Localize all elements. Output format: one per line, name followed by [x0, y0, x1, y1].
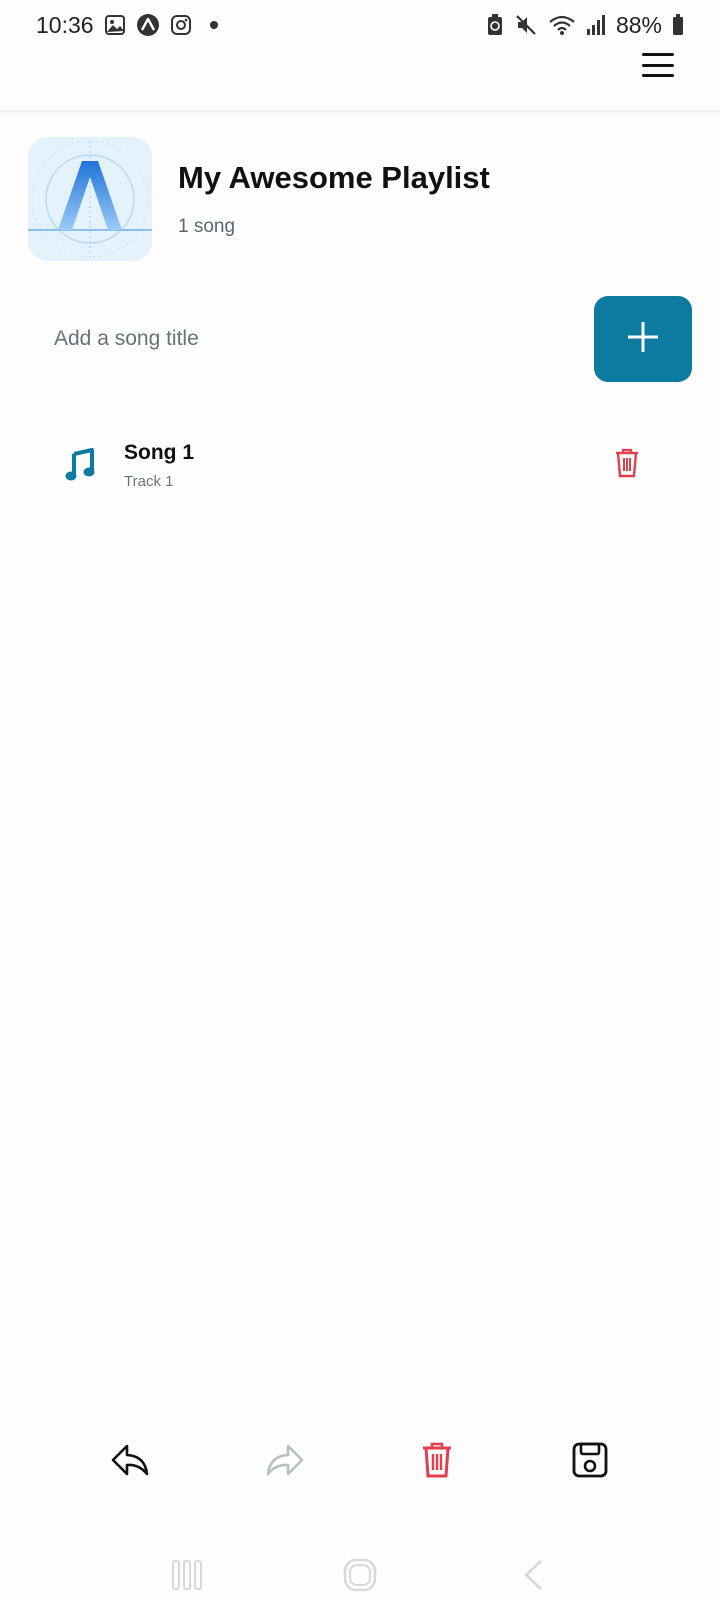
signal-icon [586, 14, 606, 36]
menu-line [642, 63, 674, 67]
system-nav-bar [0, 1550, 720, 1600]
notification-dot [209, 21, 218, 29]
status-time: 10:36 [36, 11, 94, 38]
song-list: Song 1 Track 1 [0, 430, 720, 500]
song-track: Track 1 [124, 472, 174, 490]
menu-line [642, 53, 674, 56]
bottom-toolbar [0, 1430, 720, 1490]
playlist-info: My Awesome Playlist 1 song [178, 160, 490, 238]
status-left: 10:36 [36, 12, 218, 39]
song-title: Song 1 [124, 440, 195, 464]
add-song-row [28, 296, 692, 382]
home-icon[interactable] [335, 1555, 385, 1595]
mute-icon [514, 13, 538, 37]
expo-icon [136, 13, 160, 37]
playlist-cover-image [28, 137, 152, 261]
menu-line [642, 74, 674, 77]
redo-icon[interactable] [262, 1438, 306, 1482]
back-icon[interactable] [508, 1555, 558, 1595]
recent-apps-icon[interactable] [162, 1555, 212, 1595]
song-title-input[interactable] [28, 309, 594, 369]
plus-icon [625, 319, 661, 360]
save-icon[interactable] [568, 1438, 612, 1482]
add-song-button[interactable] [594, 296, 692, 382]
playlist-song-count: 1 song [178, 216, 236, 237]
song-list-item[interactable]: Song 1 Track 1 [0, 430, 720, 500]
wifi-icon [548, 14, 576, 36]
gallery-icon [104, 14, 126, 36]
instagram-icon [170, 14, 192, 36]
battery-percent: 88% [615, 11, 662, 38]
trash-icon[interactable] [614, 448, 640, 483]
undo-icon[interactable] [109, 1438, 153, 1482]
app-screen: 10:36 88% My Awesome Playlist 1 song Add… [0, 0, 720, 1600]
battery-icon [672, 14, 684, 36]
song-text: Song 1 Track 1 [124, 441, 194, 490]
app-header [0, 50, 720, 112]
battery-saver-icon [486, 13, 504, 37]
delete-all-icon[interactable] [415, 1438, 459, 1482]
status-right: 88% [486, 12, 684, 39]
status-bar: 10:36 88% [0, 0, 720, 50]
playlist-title: My Awesome Playlist [178, 160, 490, 195]
music-note-icon [64, 447, 96, 483]
hamburger-menu-icon[interactable] [638, 50, 678, 80]
playlist-header: My Awesome Playlist 1 song [28, 137, 692, 261]
